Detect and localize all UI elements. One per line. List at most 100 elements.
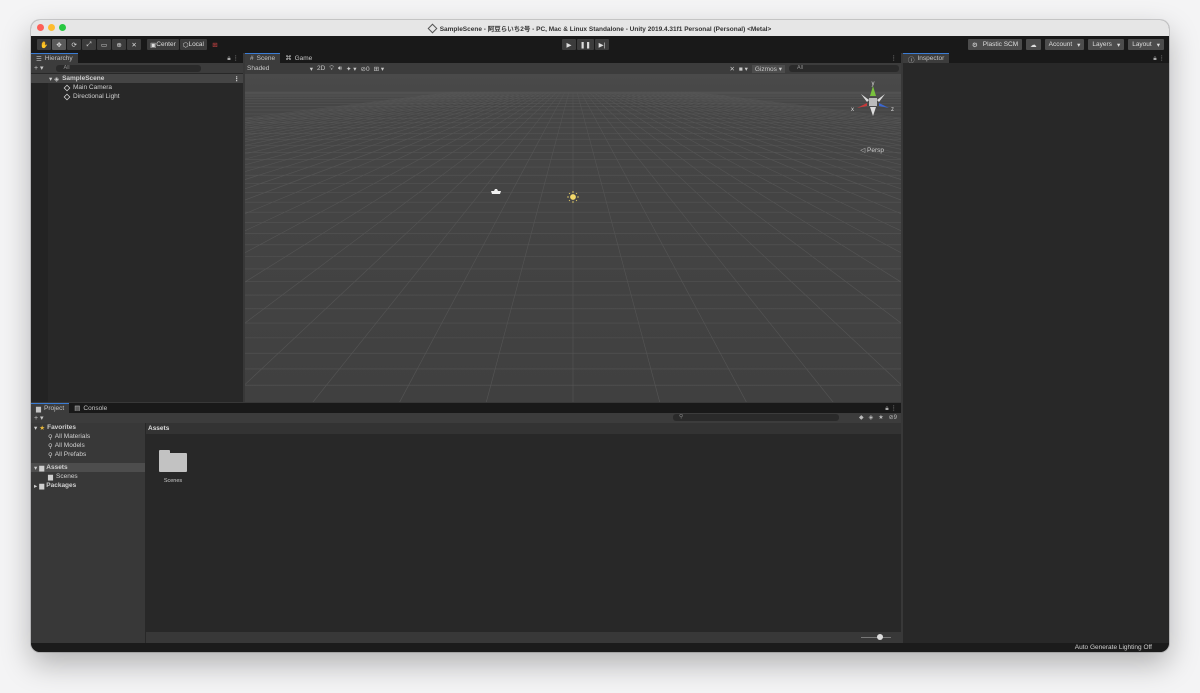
tab-scene[interactable]: # Scene [245, 53, 281, 63]
create-asset-button[interactable]: + ▾ [34, 414, 44, 422]
more-menu-icon[interactable]: ⋮ [233, 55, 240, 62]
expand-arrow-icon: ▾ [34, 424, 38, 432]
folder-icon: ▆ [48, 473, 53, 481]
dropdown-arrow-icon: ▾ [1116, 41, 1121, 49]
icon-size-slider-track[interactable] [861, 637, 891, 638]
breadcrumb[interactable]: Assets [146, 423, 901, 434]
plastic-icon: ⚙ [971, 41, 978, 49]
hierarchy-item-directional-light[interactable]: Directional Light [31, 92, 243, 101]
effects-dropdown-icon[interactable]: ✦ ▾ [346, 65, 357, 73]
scene-menu-icon[interactable]: ⋮ [234, 75, 241, 83]
project-search-input[interactable]: ⚲ [673, 414, 839, 421]
pause-button[interactable]: ❚❚ [577, 39, 594, 50]
project-panel: ▆ Project ▤ Console 🔒︎ ⋮ + ▾ ⚲ ◆ ◈ ★ ⊘9 … [31, 403, 901, 643]
rect-tool-button[interactable]: ▭ [97, 39, 112, 50]
axis-z-label: z [891, 107, 894, 113]
camera-dropdown-icon[interactable]: ■ ▾ [739, 65, 748, 73]
more-menu-icon[interactable]: ⋮ [891, 55, 898, 62]
window-controls [37, 24, 66, 31]
step-button[interactable]: ▶| [594, 39, 609, 50]
tab-inspector[interactable]: ⓘ Inspector [903, 53, 950, 64]
grid-dropdown-icon[interactable]: ⊞ ▾ [374, 65, 385, 73]
minimize-window-button[interactable] [48, 24, 55, 31]
filter-by-label-icon[interactable]: ◈ [869, 414, 874, 421]
tree-item-scenes[interactable]: ▆ Scenes [31, 472, 145, 481]
grid-snap-button[interactable]: ⊞ [208, 39, 222, 50]
rotate-tool-button[interactable]: ⟳ [67, 39, 82, 50]
tab-hierarchy[interactable]: ☰ Hierarchy [31, 53, 78, 63]
gameobject-icon [63, 84, 71, 91]
more-menu-icon[interactable]: ⋮ [1159, 55, 1166, 62]
pivot-space-button[interactable]: ⬡ Local [179, 39, 207, 50]
lock-icon[interactable]: 🔒︎ [885, 405, 888, 412]
transform-tool-button[interactable]: ⊕ [112, 39, 127, 50]
cloud-button[interactable]: ☁ [1026, 39, 1041, 50]
axis-y-label: y [872, 81, 875, 87]
filter-by-type-icon[interactable]: ◆ [859, 414, 864, 421]
play-button[interactable]: ▶ [562, 39, 576, 50]
search-icon: ⚲ [48, 433, 53, 441]
tree-item-assets[interactable]: ▾ ▆ Assets [31, 463, 145, 472]
hierarchy-item-main-camera[interactable]: Main Camera [31, 83, 243, 92]
hierarchy-search-input[interactable]: All [55, 64, 201, 72]
lock-icon[interactable]: 🔒︎ [227, 55, 230, 62]
icon-size-slider-handle[interactable] [877, 634, 883, 640]
scene-viewport[interactable]: y x z ◁ Persp [245, 74, 901, 402]
tree-item-all-prefabs[interactable]: ⚲ All Prefabs [31, 450, 145, 459]
persp-arrow-icon: ◁ [860, 147, 866, 154]
audio-toggle-icon[interactable]: 🔊︎ [338, 65, 342, 73]
gamepad-icon: ⌘ [285, 55, 292, 62]
scene-search-input[interactable]: All [789, 65, 899, 72]
hidden-packages-toggle[interactable]: ⊘9 [889, 414, 897, 421]
folder-icon [159, 450, 187, 472]
create-button[interactable]: + ▾ [34, 64, 44, 72]
more-menu-icon[interactable]: ⋮ [891, 405, 898, 412]
tree-item-favorites[interactable]: ▾ ★ Favorites [31, 423, 145, 432]
layers-dropdown[interactable]: Layers ▾ [1088, 39, 1125, 50]
tools-icon[interactable]: ✕ [729, 65, 734, 73]
tab-console[interactable]: ▤ Console [69, 403, 112, 413]
move-tool-button[interactable]: ✥ [52, 39, 67, 50]
hand-tool-button[interactable]: ✋ [37, 39, 52, 50]
tab-game[interactable]: ⌘ Game [280, 53, 317, 63]
2d-toggle[interactable]: 2D [317, 65, 325, 72]
dropdown-arrow-icon: ▾ [1077, 41, 1081, 49]
console-icon: ▤ [74, 405, 81, 412]
window-title: SampleScene - 阿豆らいち2号 - PC, Mac & Linux … [439, 26, 772, 33]
custom-tool-button[interactable]: ✕ [127, 39, 142, 50]
lighting-status[interactable]: Auto Generate Lighting Off [1075, 644, 1152, 651]
main-toolbar: ✋ ✥ ⟳ ⤢ ▭ ⊕ ✕ ▣ Center ⬡ Local ⊞ ▶ ❚❚ ▶| ⚙… [31, 36, 1169, 53]
tree-item-all-materials[interactable]: ⚲ All Materials [31, 432, 145, 441]
pivot-mode-button[interactable]: ▣ Center [147, 39, 179, 50]
projection-toggle[interactable]: ◁ Persp [860, 146, 884, 154]
list-icon: ☰ [36, 55, 42, 63]
favorite-star-icon[interactable]: ★ [878, 414, 883, 421]
layout-dropdown[interactable]: Layout ▾ [1128, 39, 1164, 50]
tree-item-all-models[interactable]: ⚲ All Models [31, 441, 145, 450]
project-folder-tree: ▾ ★ Favorites ⚲ All Materials ⚲ All Models… [31, 423, 145, 643]
scene-item[interactable]: ▾ ◈ SampleScene ⋮ [31, 74, 243, 83]
axis-x-label: x [851, 107, 854, 113]
tree-item-packages[interactable]: ▸ ▆ Packages [31, 481, 145, 490]
cloud-icon: ☁ [1030, 41, 1037, 49]
scale-tool-button[interactable]: ⤢ [82, 39, 97, 50]
folder-item-scenes[interactable]: Scenes [159, 450, 187, 484]
account-dropdown[interactable]: Account ▾ [1044, 39, 1085, 50]
project-content-area: Assets Scenes [146, 423, 901, 643]
hidden-objects-toggle[interactable]: ⊘0 [361, 65, 370, 73]
scene-panel: # Scene ⌘ Game ⋮ Shaded ▾ 2D 💡︎ 🔊︎ ✦ ▾ ⊘0… [245, 53, 901, 402]
lighting-toggle-icon[interactable]: 💡︎ [329, 65, 334, 73]
plastic-scm-button[interactable]: ⚙ Plastic SCM [967, 39, 1023, 50]
tab-project[interactable]: ▆ Project [31, 403, 70, 413]
gizmos-dropdown[interactable]: Gizmos ▾ [751, 64, 785, 73]
lock-icon[interactable]: 🔒︎ [1153, 55, 1156, 62]
close-window-button[interactable] [37, 24, 44, 31]
title-bar: SampleScene - 阿豆らいち2号 - PC, Mac & Linux … [31, 20, 1169, 36]
shading-mode-dropdown[interactable]: Shaded ▾ [247, 65, 313, 73]
inspector-panel: ⓘ Inspector 🔒︎ ⋮ [903, 53, 1169, 643]
folder-icon: ▆ [39, 482, 45, 490]
unity-editor-window: SampleScene - 阿豆らいち2号 - PC, Mac & Linux … [31, 20, 1169, 652]
star-icon: ★ [39, 424, 46, 432]
status-bar: Auto Generate Lighting Off [31, 643, 1169, 652]
maximize-window-button[interactable] [59, 24, 66, 31]
